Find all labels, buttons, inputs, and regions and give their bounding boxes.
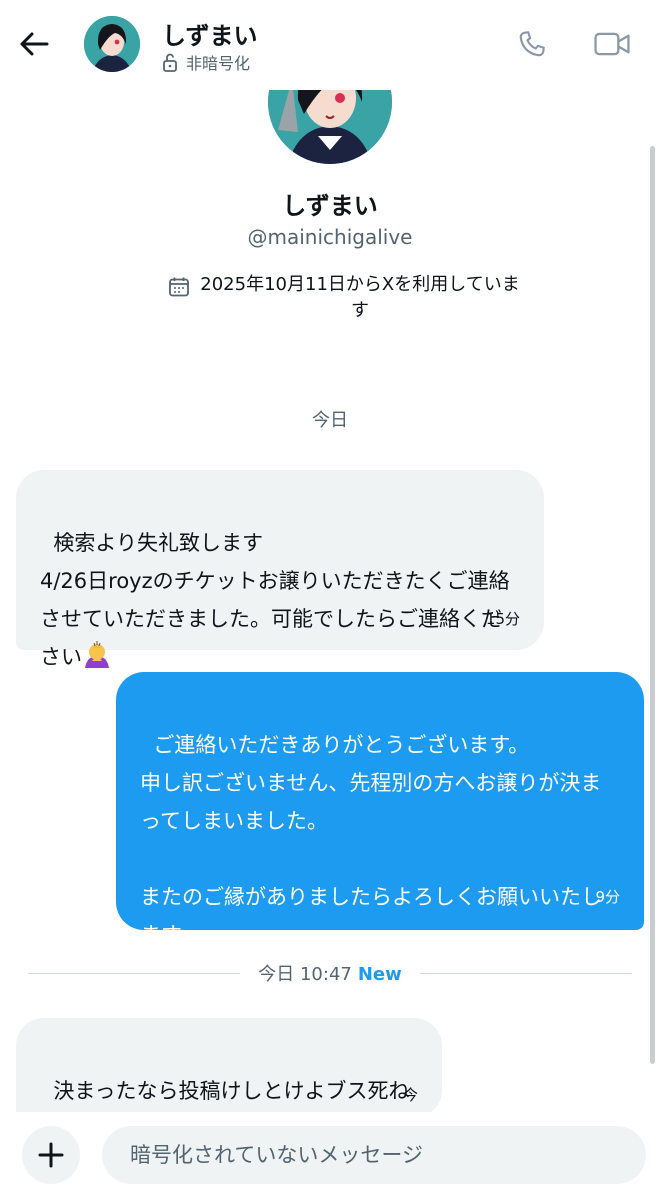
- video-call-button[interactable]: [590, 24, 634, 64]
- call-button[interactable]: [510, 24, 554, 64]
- new-separator-time: 今日 10:47: [258, 964, 352, 985]
- new-badge: New: [357, 964, 402, 985]
- encryption-status: 非暗号化: [162, 50, 250, 74]
- add-attachment-button[interactable]: [22, 1126, 80, 1184]
- header-avatar-image: [84, 16, 140, 72]
- profile-name: しずまい: [282, 192, 378, 220]
- contact-name[interactable]: しずまい: [162, 16, 258, 51]
- scrollbar[interactable]: [650, 146, 655, 1064]
- message-time: 今: [402, 1086, 418, 1104]
- message-bubble-received[interactable]: 検索より失礼致します 4/26日royzのチケットお譲りいただきたくご連絡させて…: [16, 470, 544, 669]
- message-text: 決まったなら投稿けしとけよブス死ね: [53, 1079, 410, 1103]
- phone-icon: [519, 31, 545, 57]
- person-bowing-emoji: [85, 641, 109, 668]
- joined-date: 2025年10月11日からXを利用しています: [168, 272, 528, 324]
- calendar-icon: [169, 277, 189, 297]
- message-text: ご連絡いただきありがとうございます。 申し訳ございません、先程別の方へお譲りが決…: [140, 733, 602, 947]
- message-composer: [0, 1112, 660, 1200]
- message-bubble-received[interactable]: 決まったなら投稿けしとけよブス死ね 今: [16, 1018, 442, 1118]
- plus-icon: [38, 1142, 64, 1168]
- separator-line: [28, 972, 241, 974]
- date-separator: 今日: [312, 410, 348, 431]
- header-avatar[interactable]: [84, 16, 140, 72]
- encryption-status-label: 非暗号化: [186, 54, 251, 73]
- new-messages-separator: 今日 10:47 New: [28, 958, 633, 988]
- message-time: 9分: [595, 888, 620, 906]
- message-input[interactable]: [102, 1126, 646, 1184]
- message-time: 15分: [485, 610, 520, 628]
- arrow-left-icon: [20, 32, 49, 56]
- joined-date-text: 2025年10月11日からXを利用しています: [200, 274, 520, 321]
- new-separator-label: 今日 10:47 New: [240, 960, 420, 986]
- back-button[interactable]: [14, 24, 54, 64]
- separator-line: [419, 972, 633, 974]
- conversation-header: しずまい 非暗号化: [0, 0, 660, 90]
- video-camera-icon: [594, 32, 630, 56]
- profile-handle[interactable]: @mainichigalive: [0, 225, 660, 249]
- unlock-icon: [163, 53, 177, 72]
- message-bubble-sent[interactable]: ご連絡いただきありがとうございます。 申し訳ございません、先程別の方へお譲りが決…: [116, 672, 644, 947]
